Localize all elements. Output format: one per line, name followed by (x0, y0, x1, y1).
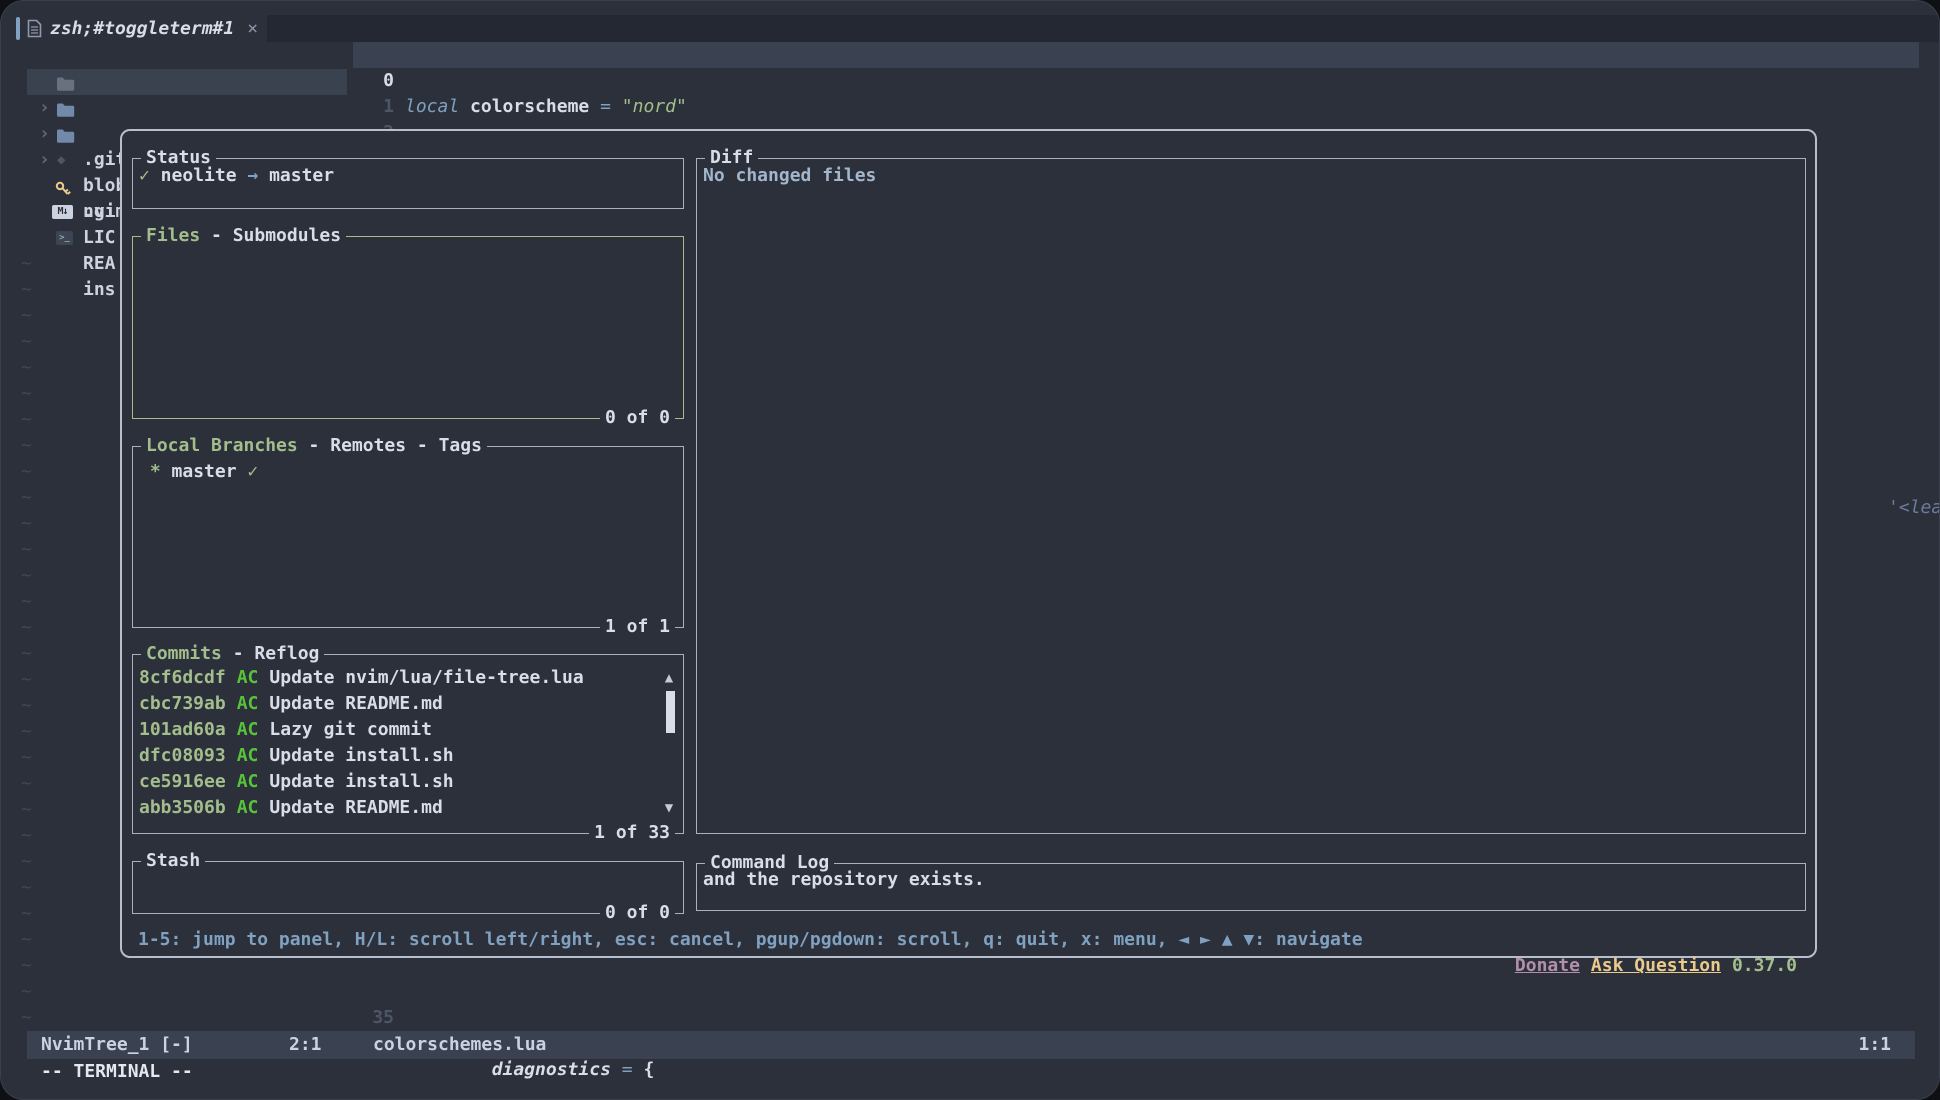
branch-row[interactable]: * master ✓ (139, 459, 258, 485)
empty-line-tilde: ~ (21, 251, 32, 277)
statusline-filename: colorschemes.lua (373, 1031, 546, 1059)
empty-line-tilde: ~ (21, 953, 32, 979)
status-panel[interactable]: Status ✓ neolite → master (132, 158, 684, 209)
scroll-up-icon[interactable]: ▲ (658, 665, 680, 691)
empty-line-tilde: ~ (21, 511, 32, 537)
statusline-position: 2:1 (289, 1031, 322, 1059)
statusline-buffer: NvimTree_1 [-] (41, 1031, 193, 1059)
empty-line-tilde: ~ (21, 719, 32, 745)
empty-line-tilde: ~ (21, 875, 32, 901)
empty-line-tilde: ~ (21, 355, 32, 381)
lazygit-window: Status ✓ neolite → master Files - Submod… (120, 129, 1817, 958)
empty-line-tilde: ~ (21, 537, 32, 563)
nvim-window: zsh;#toggleterm#1 × neolite › .git › blo… (0, 0, 1940, 1100)
files-panel-title[interactable]: Files - Submodules (141, 223, 346, 249)
code-line: 1 (1, 68, 1939, 94)
commit-row[interactable]: 8cf6dcdfACUpdate nvim/lua/file-tree.lua (139, 665, 584, 691)
diff-content: No changed files (703, 163, 876, 189)
statusline-cursor: 1:1 (1858, 1031, 1891, 1059)
ask-question-link[interactable]: Ask Question (1591, 955, 1721, 976)
mode-indicator: -- TERMINAL -- (41, 1059, 193, 1085)
empty-line-tilde: ~ (21, 485, 32, 511)
empty-line-tilde: ~ (21, 797, 32, 823)
files-panel[interactable]: Files - Submodules 0 of 0 (132, 236, 684, 419)
scrollbar-thumb[interactable] (666, 691, 675, 733)
empty-line-tilde: ~ (21, 303, 32, 329)
empty-line-tilde: ~ (21, 771, 32, 797)
code-line: 0 local colorscheme = "nord" (1, 42, 1939, 68)
code-line: 2 if colorscheme == "onedark" then (1, 94, 1939, 120)
empty-line-tilde: ~ (21, 433, 32, 459)
donate-link[interactable]: Donate (1515, 955, 1580, 976)
tab-title: zsh;#toggleterm#1 (50, 16, 234, 42)
branches-panel[interactable]: Local Branches - Remotes - Tags * master… (132, 446, 684, 628)
files-count: 0 of 0 (600, 405, 675, 431)
stash-panel-title[interactable]: Stash (141, 848, 205, 874)
commits-panel[interactable]: Commits - Reflog 8cf6dcdfACUpdate nvim/l… (132, 654, 684, 834)
version-label: 0.37.0 (1732, 955, 1797, 976)
active-tab-indicator (16, 17, 20, 40)
markdown-icon: M↓ (52, 205, 73, 219)
empty-line-tilde: ~ (21, 615, 32, 641)
code-line: 35 -- Plugins Config -- (1, 979, 1939, 1005)
empty-line-tilde: ~ (21, 823, 32, 849)
tabline-fill (267, 15, 1939, 42)
scroll-down-icon[interactable]: ▼ (658, 795, 680, 821)
commit-row[interactable]: 101ad60aACLazy git commit (139, 717, 432, 743)
empty-line-tilde: ~ (21, 927, 32, 953)
command-log-panel[interactable]: Command Log and the repository exists. (696, 863, 1806, 911)
empty-line-tilde: ~ (21, 745, 32, 771)
branches-panel-title[interactable]: Local Branches - Remotes - Tags (141, 433, 487, 459)
commit-row[interactable]: cbc739abACUpdate README.md (139, 691, 443, 717)
empty-line-tilde: ~ (21, 667, 32, 693)
empty-line-tilde: ~ (21, 641, 32, 667)
status-branch-row[interactable]: ✓ neolite → master (139, 163, 334, 189)
statusline: NvimTree_1 [-] 2:1 colorschemes.lua 1:1 (27, 1031, 1915, 1059)
stash-panel[interactable]: Stash 0 of 0 (132, 861, 684, 914)
command-log-content: and the repository exists. (703, 867, 985, 893)
empty-line-tilde: ~ (21, 329, 32, 355)
commits-count: 1 of 33 (589, 820, 675, 846)
commit-row[interactable]: abb3506bACUpdate README.md (139, 795, 443, 821)
empty-line-tilde: ~ (21, 277, 32, 303)
code-fragment: '<leader> (1823, 469, 1940, 495)
empty-line-tilde: ~ (21, 901, 32, 927)
code-line: 36 diagnostics = { (1, 1005, 1939, 1031)
terminal-icon: >_ (56, 231, 73, 245)
commit-row[interactable]: ce5916eeACUpdate install.sh (139, 769, 454, 795)
branches-count: 1 of 1 (600, 614, 675, 640)
commit-row[interactable]: dfc08093ACUpdate install.sh (139, 743, 454, 769)
keybindings-help: 1-5: jump to panel, H/L: scroll left/rig… (138, 927, 1363, 953)
tab-close-icon[interactable]: × (247, 16, 258, 42)
empty-line-tilde: ~ (21, 459, 32, 485)
empty-line-tilde: ~ (21, 849, 32, 875)
empty-line-tilde: ~ (21, 589, 32, 615)
file-icon (27, 19, 42, 38)
empty-line-tilde: ~ (21, 693, 32, 719)
commits-panel-title[interactable]: Commits - Reflog (141, 641, 324, 667)
stash-count: 0 of 0 (600, 900, 675, 926)
terminal-tab[interactable]: zsh;#toggleterm#1 × (16, 15, 258, 42)
empty-line-tilde: ~ (21, 563, 32, 589)
empty-line-tilde: ~ (21, 407, 32, 433)
diff-panel[interactable]: Diff No changed files (696, 158, 1806, 834)
empty-line-tilde: ~ (21, 381, 32, 407)
